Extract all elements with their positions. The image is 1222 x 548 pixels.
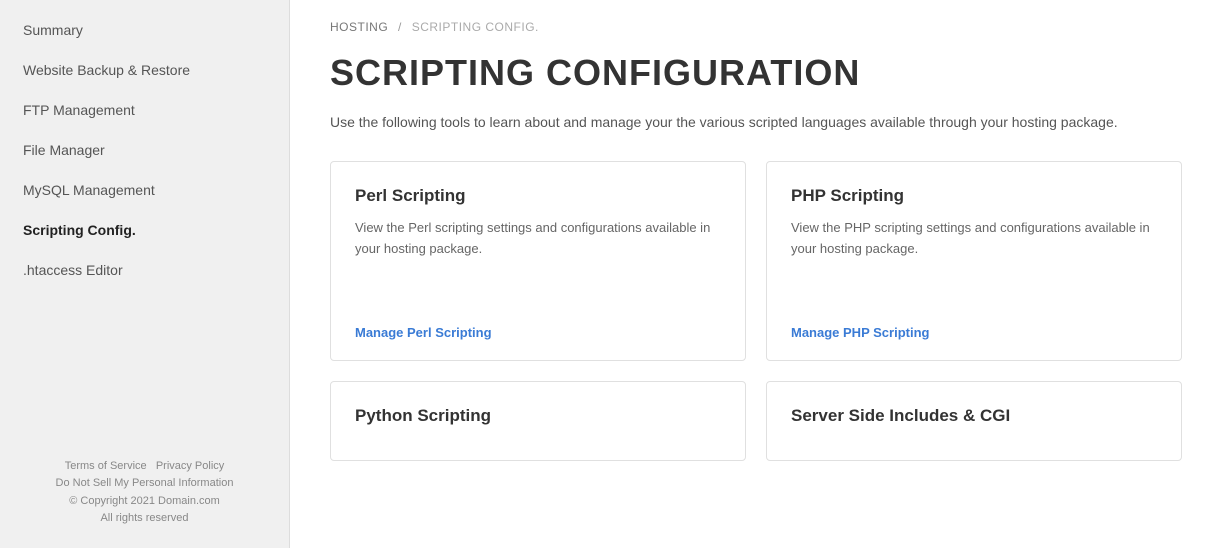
privacy-policy-link[interactable]: Privacy Policy	[156, 460, 224, 472]
card-title-perl: Perl Scripting	[355, 186, 721, 206]
sidebar-item-htaccess-editor[interactable]: .htaccess Editor	[0, 250, 289, 290]
sidebar-item-mysql-management[interactable]: MySQL Management	[0, 170, 289, 210]
card-title-php: PHP Scripting	[791, 186, 1157, 206]
breadcrumb-current: SCRIPTING CONFIG.	[412, 20, 539, 34]
sidebar-item-website-backup[interactable]: Website Backup & Restore	[0, 50, 289, 90]
page-title: SCRIPTING CONFIGURATION	[330, 52, 1182, 94]
card-ssi-cgi: Server Side Includes & CGI	[766, 381, 1182, 461]
do-not-sell-link[interactable]: Do Not Sell My Personal Information	[56, 477, 234, 489]
card-perl: Perl Scripting View the Perl scripting se…	[330, 161, 746, 361]
breadcrumb-parent[interactable]: HOSTING	[330, 20, 388, 34]
rights-text: All rights reserved	[20, 510, 269, 528]
sidebar-item-file-manager[interactable]: File Manager	[0, 130, 289, 170]
sidebar-item-ftp-management[interactable]: FTP Management	[0, 90, 289, 130]
card-title-python: Python Scripting	[355, 406, 721, 426]
sidebar-nav: SummaryWebsite Backup & RestoreFTP Manag…	[0, 0, 289, 290]
sidebar-item-summary[interactable]: Summary	[0, 10, 289, 50]
copyright-text: © Copyright 2021 Domain.com	[20, 493, 269, 511]
card-title-ssi-cgi: Server Side Includes & CGI	[791, 406, 1157, 426]
breadcrumb-separator: /	[398, 20, 402, 34]
breadcrumb: HOSTING / SCRIPTING CONFIG.	[330, 20, 1182, 34]
card-python: Python Scripting	[330, 381, 746, 461]
sidebar-footer: Terms of Service Privacy Policy Do Not S…	[0, 438, 289, 548]
card-php: PHP Scripting View the PHP scripting sett…	[766, 161, 1182, 361]
card-link-perl[interactable]: Manage Perl Scripting	[355, 325, 721, 340]
sidebar: SummaryWebsite Backup & RestoreFTP Manag…	[0, 0, 290, 548]
cards-grid: Perl Scripting View the Perl scripting se…	[330, 161, 1182, 461]
sidebar-item-scripting-config[interactable]: Scripting Config.	[0, 210, 289, 250]
card-desc-perl: View the Perl scripting settings and con…	[355, 218, 721, 305]
card-link-php[interactable]: Manage PHP Scripting	[791, 325, 1157, 340]
main-content: HOSTING / SCRIPTING CONFIG. SCRIPTING CO…	[290, 0, 1222, 548]
card-desc-php: View the PHP scripting settings and conf…	[791, 218, 1157, 305]
sidebar-footer-links: Terms of Service Privacy Policy	[20, 458, 269, 476]
page-description: Use the following tools to learn about a…	[330, 112, 1150, 133]
terms-of-service-link[interactable]: Terms of Service	[65, 460, 147, 472]
